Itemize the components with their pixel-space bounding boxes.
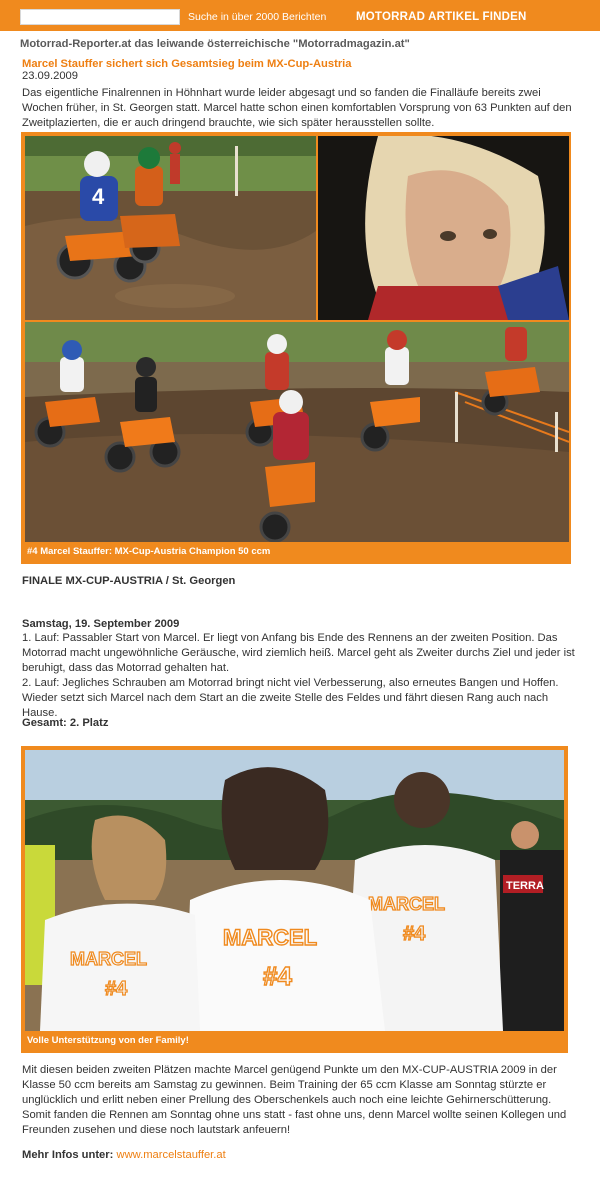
more-info: Mehr Infos unter: www.marcelstauffer.at <box>22 1148 226 1163</box>
website-link[interactable]: www.marcelstauffer.at <box>116 1149 225 1161</box>
shirt-name-back: MARCEL <box>368 894 445 914</box>
bib-number: 4 <box>92 184 105 209</box>
finale-heading: FINALE MX-CUP-AUSTRIA / St. Georgen <box>22 575 236 587</box>
closing-paragraph: Mit diesen beiden zweiten Plätzen machte… <box>22 1064 567 1136</box>
site-tagline: Motorrad-Reporter.at das leiwande österr… <box>20 38 410 50</box>
more-info-label: Mehr Infos unter: <box>22 1149 114 1161</box>
article-date: 23.09.2009 <box>22 70 78 82</box>
family-photo: TERRA MARCEL #4 MARCEL #4 MARCEL #4 <box>25 750 564 1031</box>
photo-caption: #4 Marcel Stauffer: MX-Cup-Austria Champ… <box>23 542 569 562</box>
racers-start-photo: 4 <box>25 136 316 320</box>
overall-result: Gesamt: 2. Platz <box>22 717 109 729</box>
terra-banner: TERRA <box>506 880 544 892</box>
race-action-photo <box>25 322 569 544</box>
shirt-number-left: #4 <box>105 978 128 1000</box>
family-support-photo: TERRA MARCEL #4 MARCEL #4 MARCEL #4 Voll… <box>21 746 568 1053</box>
top-search-bar: Suche in über 2000 Berichten MOTORRAD AR… <box>0 0 600 31</box>
shirt-name-left: MARCEL <box>70 949 147 969</box>
shirt-number-back: #4 <box>403 923 426 945</box>
motocross-photo-collage: 4 #4 Marcel Stauffer: MX-Cup-Austria Cha… <box>21 132 571 564</box>
race2-report: 2. Lauf: Jegliches Schrauben am Motorrad… <box>22 677 559 719</box>
girl-portrait-photo <box>318 136 569 320</box>
shirt-number-middle: #4 <box>263 961 292 991</box>
search-input[interactable] <box>20 9 180 25</box>
find-articles-button[interactable]: MOTORRAD ARTIKEL FINDEN <box>356 8 527 26</box>
photo-caption: Volle Unterstützung von der Family! <box>23 1031 566 1051</box>
shirt-name-middle: MARCEL <box>223 925 317 950</box>
day-heading: Samstag, 19. September 2009 <box>22 618 180 630</box>
race1-report: 1. Lauf: Passabler Start von Marcel. Er … <box>22 632 575 674</box>
article-lead: Das eigentliche Finalrennen in Höhnhart … <box>22 87 572 129</box>
search-hint: Suche in über 2000 Berichten <box>188 11 327 23</box>
